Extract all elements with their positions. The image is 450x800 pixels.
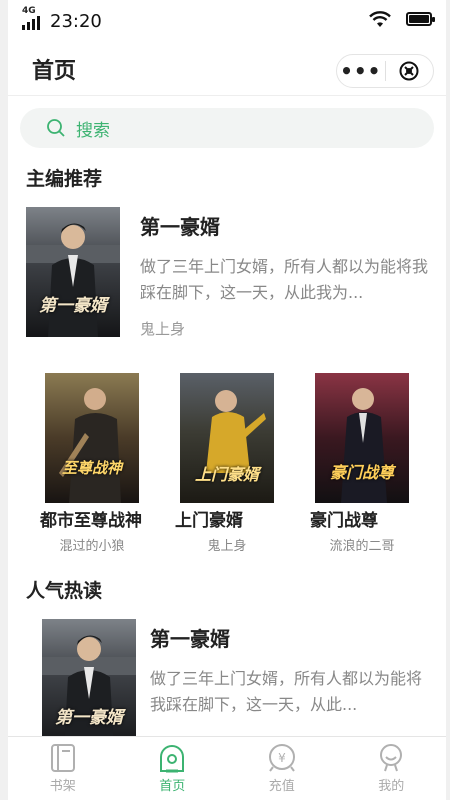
book-title: 第一豪婿: [140, 215, 220, 239]
status-time: 23:20: [50, 10, 102, 32]
book-title: 都市至尊战神: [40, 511, 142, 531]
home-icon: [160, 745, 185, 773]
tab-bookshelf[interactable]: 书架: [8, 737, 118, 800]
tab-profile[interactable]: 我的: [337, 737, 447, 800]
book-author: 混过的小狼: [59, 539, 125, 554]
tab-label: 充值: [268, 779, 295, 794]
cover-title: 至尊战神: [61, 459, 122, 477]
book-cover: 第一豪婿: [26, 207, 120, 337]
tab-label: 我的: [378, 779, 405, 794]
svg-text:¥: ¥: [278, 751, 286, 765]
network-type: 4G: [22, 6, 36, 16]
grid-book[interactable]: 至尊战神 都市至尊战神 混过的小狼: [40, 373, 144, 554]
close-button[interactable]: [386, 55, 434, 87]
more-dots-icon: •••: [340, 59, 382, 83]
book-author: 流浪的二哥: [329, 539, 395, 554]
recharge-icon: ¥: [268, 744, 295, 772]
section-title-popular: 人气热读: [26, 580, 103, 602]
tab-recharge[interactable]: ¥ 充值: [227, 737, 337, 800]
book-cover: 上门豪婿: [180, 373, 274, 503]
cover-title: 第一豪婿: [55, 708, 123, 728]
grid-book[interactable]: 豪门战尊 豪门战尊 流浪的二哥: [310, 373, 414, 554]
tab-home[interactable]: 首页: [118, 737, 228, 800]
popular-book[interactable]: 第一豪婿 第一豪婿 做了三年上门女婿，所有人都以为能将我踩在脚下，这一天，从此.…: [8, 603, 446, 749]
book-description: 做了三年上门女婿，所有人都以为能将我踩在脚下，这一天，从此...: [150, 669, 423, 714]
cover-art: [26, 223, 120, 337]
status-bar: 4G 23:20: [8, 0, 446, 42]
featured-book[interactable]: 第一豪婿 第一豪婿 做了三年上门女婿，所有人都以为能将我踩在脚下，这一天，从此我…: [8, 191, 446, 339]
tab-label: 首页: [159, 779, 186, 794]
wifi-icon: [369, 11, 391, 27]
book-title: 豪门战尊: [310, 511, 378, 531]
cover-title: 上门豪婿: [194, 465, 259, 484]
grid-book[interactable]: 上门豪婿 上门豪婿 鬼上身: [175, 373, 279, 554]
search-icon: [47, 119, 65, 137]
book-author: 鬼上身: [207, 539, 247, 554]
book-title: 第一豪婿: [150, 627, 230, 651]
book-cover: 至尊战神: [45, 373, 139, 503]
phone-screen: 4G 23:20 首页 ••• 搜索 主编推荐 第一豪婿 第一豪婿 做了三年上门…: [8, 0, 446, 800]
miniapp-capsule: •••: [336, 54, 434, 88]
section-title-editor-pick: 主编推荐: [26, 168, 103, 190]
page-header: 首页 •••: [8, 42, 446, 96]
more-button[interactable]: •••: [337, 55, 385, 87]
book-cover: 豪门战尊: [315, 373, 409, 503]
book-cover: 第一豪婿: [42, 619, 136, 749]
book-grid: 至尊战神 都市至尊战神 混过的小狼 上门豪婿 上门豪婿 鬼上身 豪门战尊 豪门战…: [8, 339, 446, 554]
book-title: 上门豪婿: [175, 511, 243, 531]
profile-icon: [380, 744, 403, 772]
close-icon: [399, 61, 419, 81]
tab-label: 书架: [49, 779, 76, 794]
book-author: 鬼上身: [140, 320, 186, 338]
search-placeholder: 搜索: [76, 120, 110, 141]
battery-icon: [406, 12, 435, 26]
tab-bar: 书架 首页 ¥ 充值 我的: [8, 736, 446, 800]
search-bar[interactable]: 搜索: [20, 108, 434, 148]
page-title: 首页: [32, 58, 77, 84]
bookshelf-icon: [50, 744, 75, 772]
cover-title: 豪门战尊: [329, 463, 394, 482]
book-description: 做了三年上门女婿，所有人都以为能将我踩在脚下，这一天，从此我为...: [140, 257, 428, 302]
cover-title: 第一豪婿: [39, 296, 107, 316]
signal-icon: 4G: [22, 6, 40, 30]
